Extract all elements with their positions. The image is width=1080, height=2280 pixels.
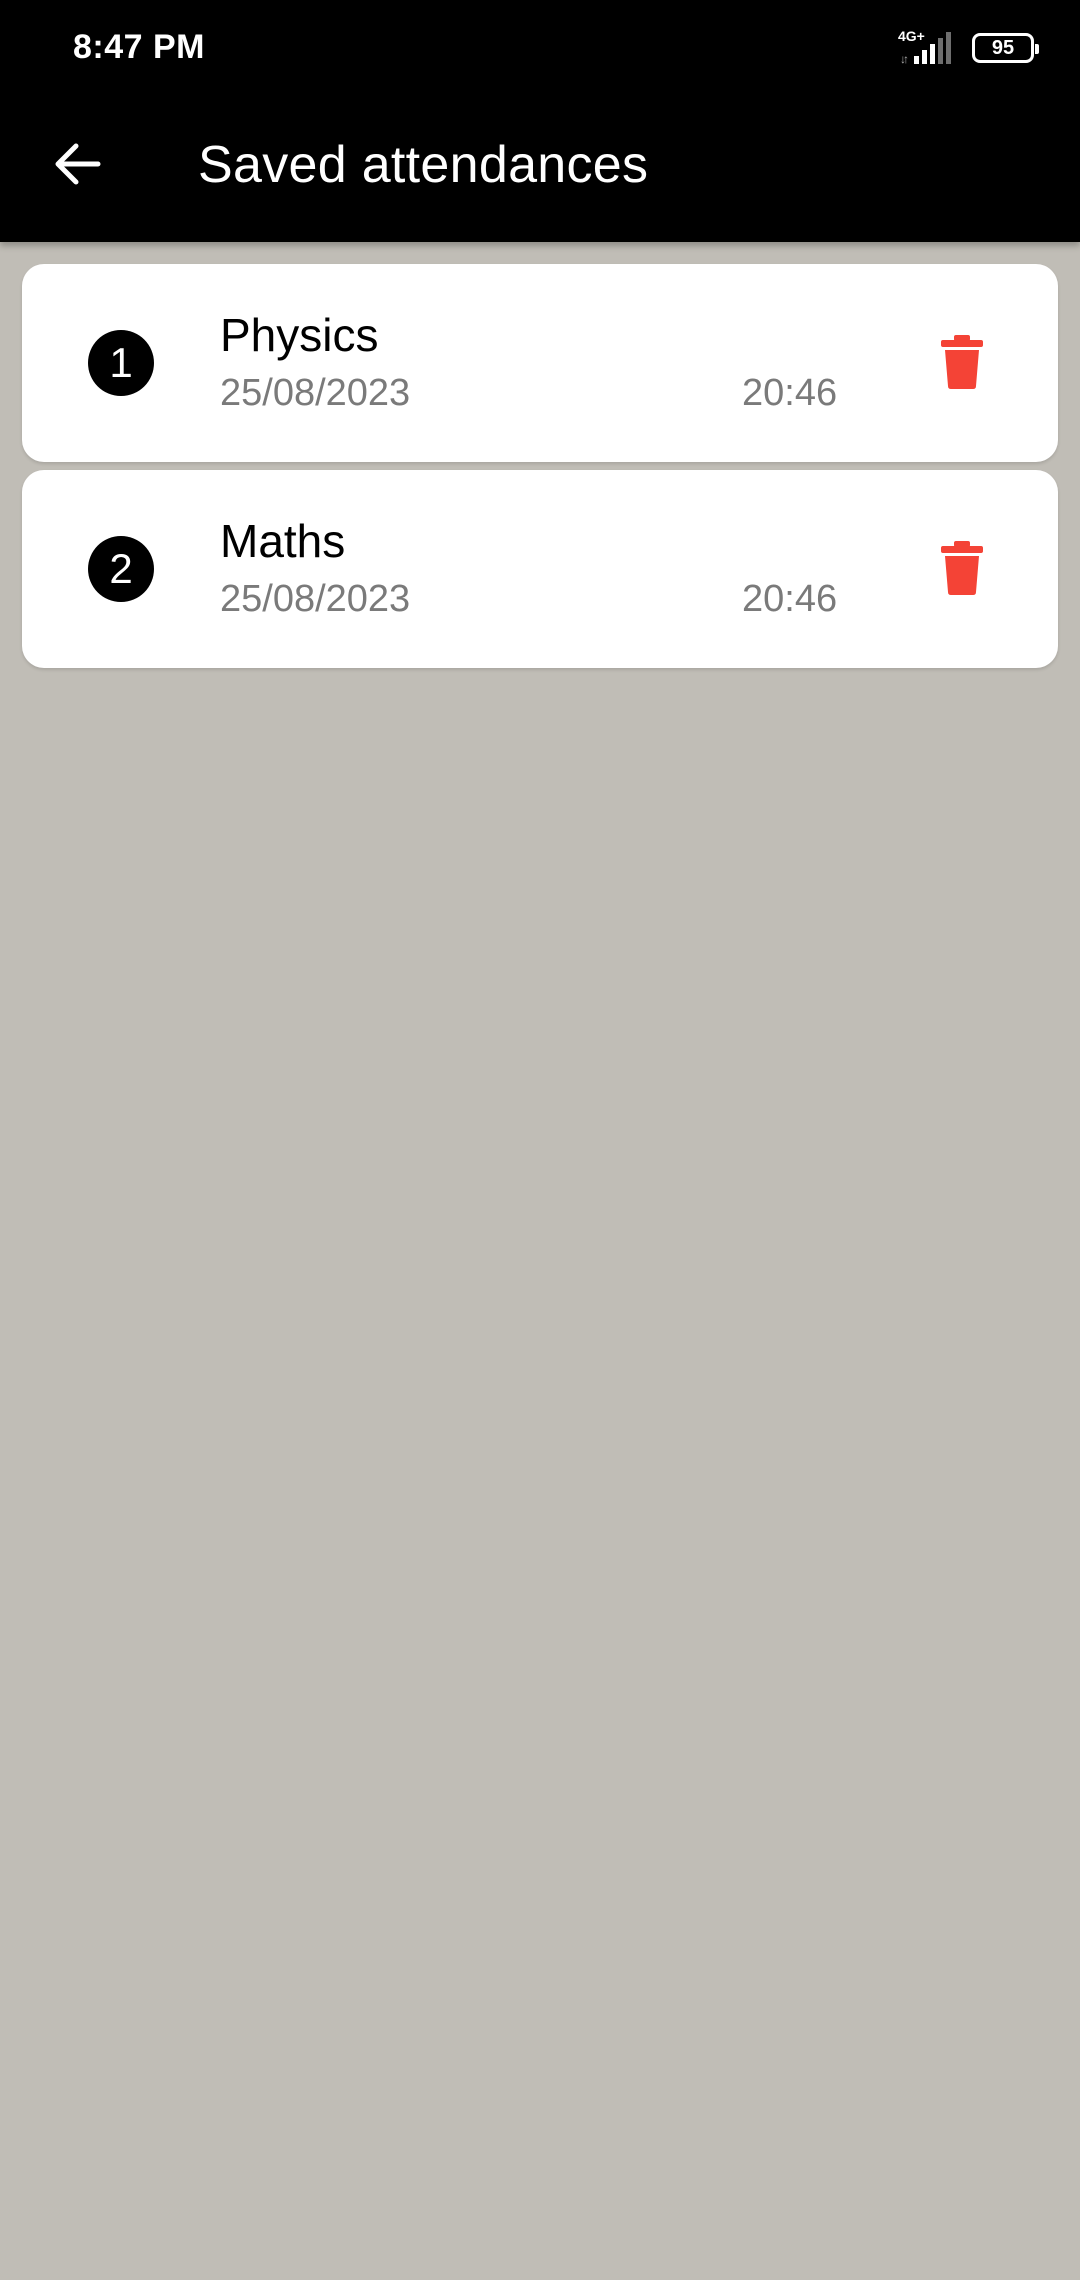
delete-button[interactable]: [922, 322, 1002, 402]
status-icons: 4G+ ↓↑ 95: [898, 28, 1039, 66]
record-date: 25/08/2023: [220, 578, 411, 620]
record-time: 20:46: [742, 578, 838, 620]
status-bar: 8:47 PM 4G+ ↓↑ 95: [0, 0, 1080, 95]
signal-strength-bars: [914, 32, 951, 64]
page-title: Saved attendances: [198, 136, 649, 194]
status-time: 8:47 PM: [73, 28, 205, 66]
trash-icon: [941, 541, 983, 595]
battery-level: 95: [991, 36, 1015, 59]
attendance-list: 1 Physics 25/08/2023 20:46 2 Maths 25/08…: [22, 264, 1058, 676]
attendance-card[interactable]: 2 Maths 25/08/2023 20:46: [22, 470, 1058, 668]
signal-icon: 4G+ ↓↑: [898, 28, 958, 66]
subject-name: Maths: [220, 515, 346, 567]
delete-button[interactable]: [922, 528, 1002, 608]
app-bar: Saved attendances: [0, 95, 1080, 242]
arrow-left-icon: [55, 143, 101, 185]
network-activity-arrows: ↓↑: [900, 52, 909, 66]
attendance-card[interactable]: 1 Physics 25/08/2023 20:46: [22, 264, 1058, 462]
index-badge: 1: [88, 330, 154, 396]
index-badge: 2: [88, 536, 154, 602]
record-time: 20:46: [742, 372, 838, 414]
trash-icon: [941, 335, 983, 389]
back-button[interactable]: [40, 127, 114, 201]
battery-icon: 95: [972, 33, 1039, 63]
record-date: 25/08/2023: [220, 372, 411, 414]
subject-name: Physics: [220, 309, 379, 361]
